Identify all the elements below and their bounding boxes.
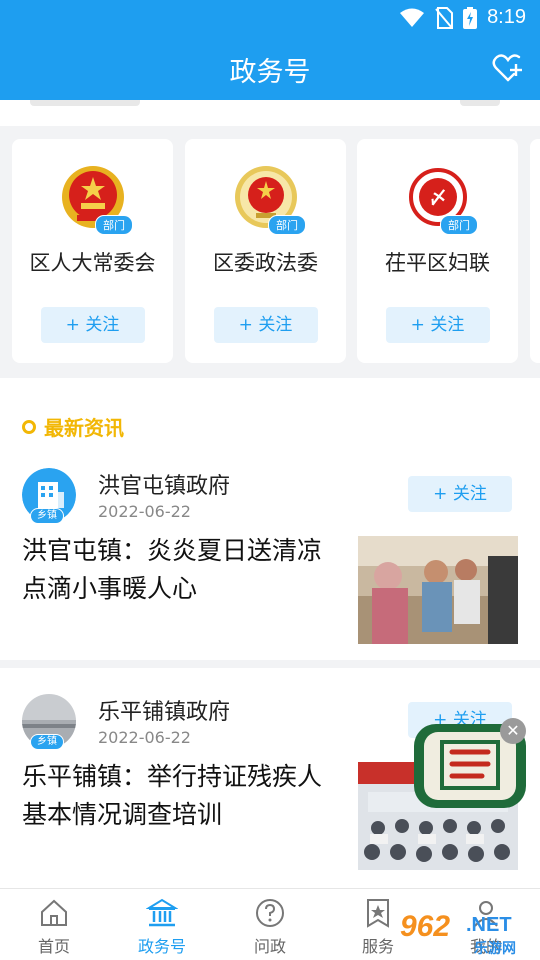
department-badge: 部门 bbox=[95, 215, 133, 235]
app-header: 政务号 bbox=[0, 36, 540, 100]
heart-plus-icon[interactable] bbox=[492, 54, 524, 84]
publish-date: 2022-06-22 bbox=[98, 728, 191, 747]
org-type-badge: 乡镇 bbox=[30, 734, 64, 750]
circle-bullet-icon bbox=[22, 419, 36, 434]
star-bookmark-icon bbox=[367, 899, 389, 928]
follow-button[interactable]: + 关注 bbox=[385, 307, 490, 343]
status-bar: 8:19 bbox=[0, 0, 540, 36]
tab-government-accounts[interactable]: 政务号 bbox=[122, 897, 202, 957]
department-card-partial[interactable] bbox=[530, 139, 540, 363]
follow-button[interactable]: + 关注 bbox=[40, 307, 145, 343]
department-name: 区人大常委会 bbox=[29, 251, 156, 275]
watermark-domain: .NET bbox=[466, 914, 512, 936]
tab-home[interactable]: 首页 bbox=[14, 897, 94, 957]
page-title: 政务号 bbox=[229, 57, 311, 88]
wifi-icon bbox=[400, 8, 425, 27]
department-badge: 部门 bbox=[440, 215, 478, 235]
section-title: 最新资讯 bbox=[44, 416, 124, 440]
news-item[interactable]: 乡镇 洪官屯镇政府 2022-06-22 + 关注 洪官屯镇：炎炎夏日送清凉 点… bbox=[0, 456, 540, 668]
department-badge: 部门 bbox=[268, 215, 306, 235]
news-headline[interactable]: 洪官屯镇：炎炎夏日送清凉 点滴小事暖人心 bbox=[22, 532, 342, 608]
org-type-badge: 乡镇 bbox=[30, 508, 64, 524]
news-thumbnail[interactable] bbox=[358, 536, 518, 644]
tab-label: 问政 bbox=[253, 937, 286, 956]
svg-text:〆: 〆 bbox=[429, 188, 447, 209]
site-watermark: 962 .NET 乐游网 bbox=[400, 908, 540, 960]
department-name: 区委政法委 bbox=[213, 251, 318, 275]
scrolled-section-remnant bbox=[0, 100, 540, 126]
no-sim-icon bbox=[435, 6, 454, 29]
tab-inquiry[interactable]: 问政 bbox=[230, 897, 310, 957]
tab-label: 政务号 bbox=[137, 937, 186, 956]
follow-button[interactable]: + 关注 bbox=[408, 476, 512, 512]
news-headline[interactable]: 乐平铺镇：举行持证残疾人 基本情况调查培训 bbox=[22, 758, 342, 834]
divider bbox=[0, 660, 540, 668]
tab-label: 首页 bbox=[37, 937, 70, 956]
home-icon bbox=[41, 899, 67, 926]
status-time: 8:19 bbox=[487, 6, 526, 28]
department-card[interactable]: 〆 部门 茌平区妇联 + 关注 bbox=[357, 139, 518, 363]
question-circle-icon bbox=[256, 899, 284, 927]
follow-button[interactable]: + 关注 bbox=[213, 307, 318, 343]
close-icon[interactable]: ✕ bbox=[500, 718, 526, 744]
publish-date: 2022-06-22 bbox=[98, 502, 191, 521]
org-name[interactable]: 乐平铺镇政府 bbox=[98, 694, 230, 726]
org-name[interactable]: 洪官屯镇政府 bbox=[98, 468, 230, 500]
watermark-text: 乐游网 bbox=[474, 941, 516, 957]
department-card[interactable]: 部门 区人大常委会 + 关注 bbox=[12, 139, 173, 363]
section-header: 最新资讯 bbox=[22, 412, 124, 441]
watermark-number: 962 bbox=[400, 910, 451, 943]
government-building-icon bbox=[146, 898, 178, 927]
battery-charging-icon bbox=[463, 6, 478, 29]
department-name: 茌平区妇联 bbox=[385, 251, 490, 275]
department-card[interactable]: 部门 区委政法委 + 关注 bbox=[185, 139, 346, 363]
department-carousel[interactable]: 部门 区人大常委会 + 关注 部门 区委政法委 + 关注 〆 部门 茌平区妇联 … bbox=[0, 126, 540, 378]
